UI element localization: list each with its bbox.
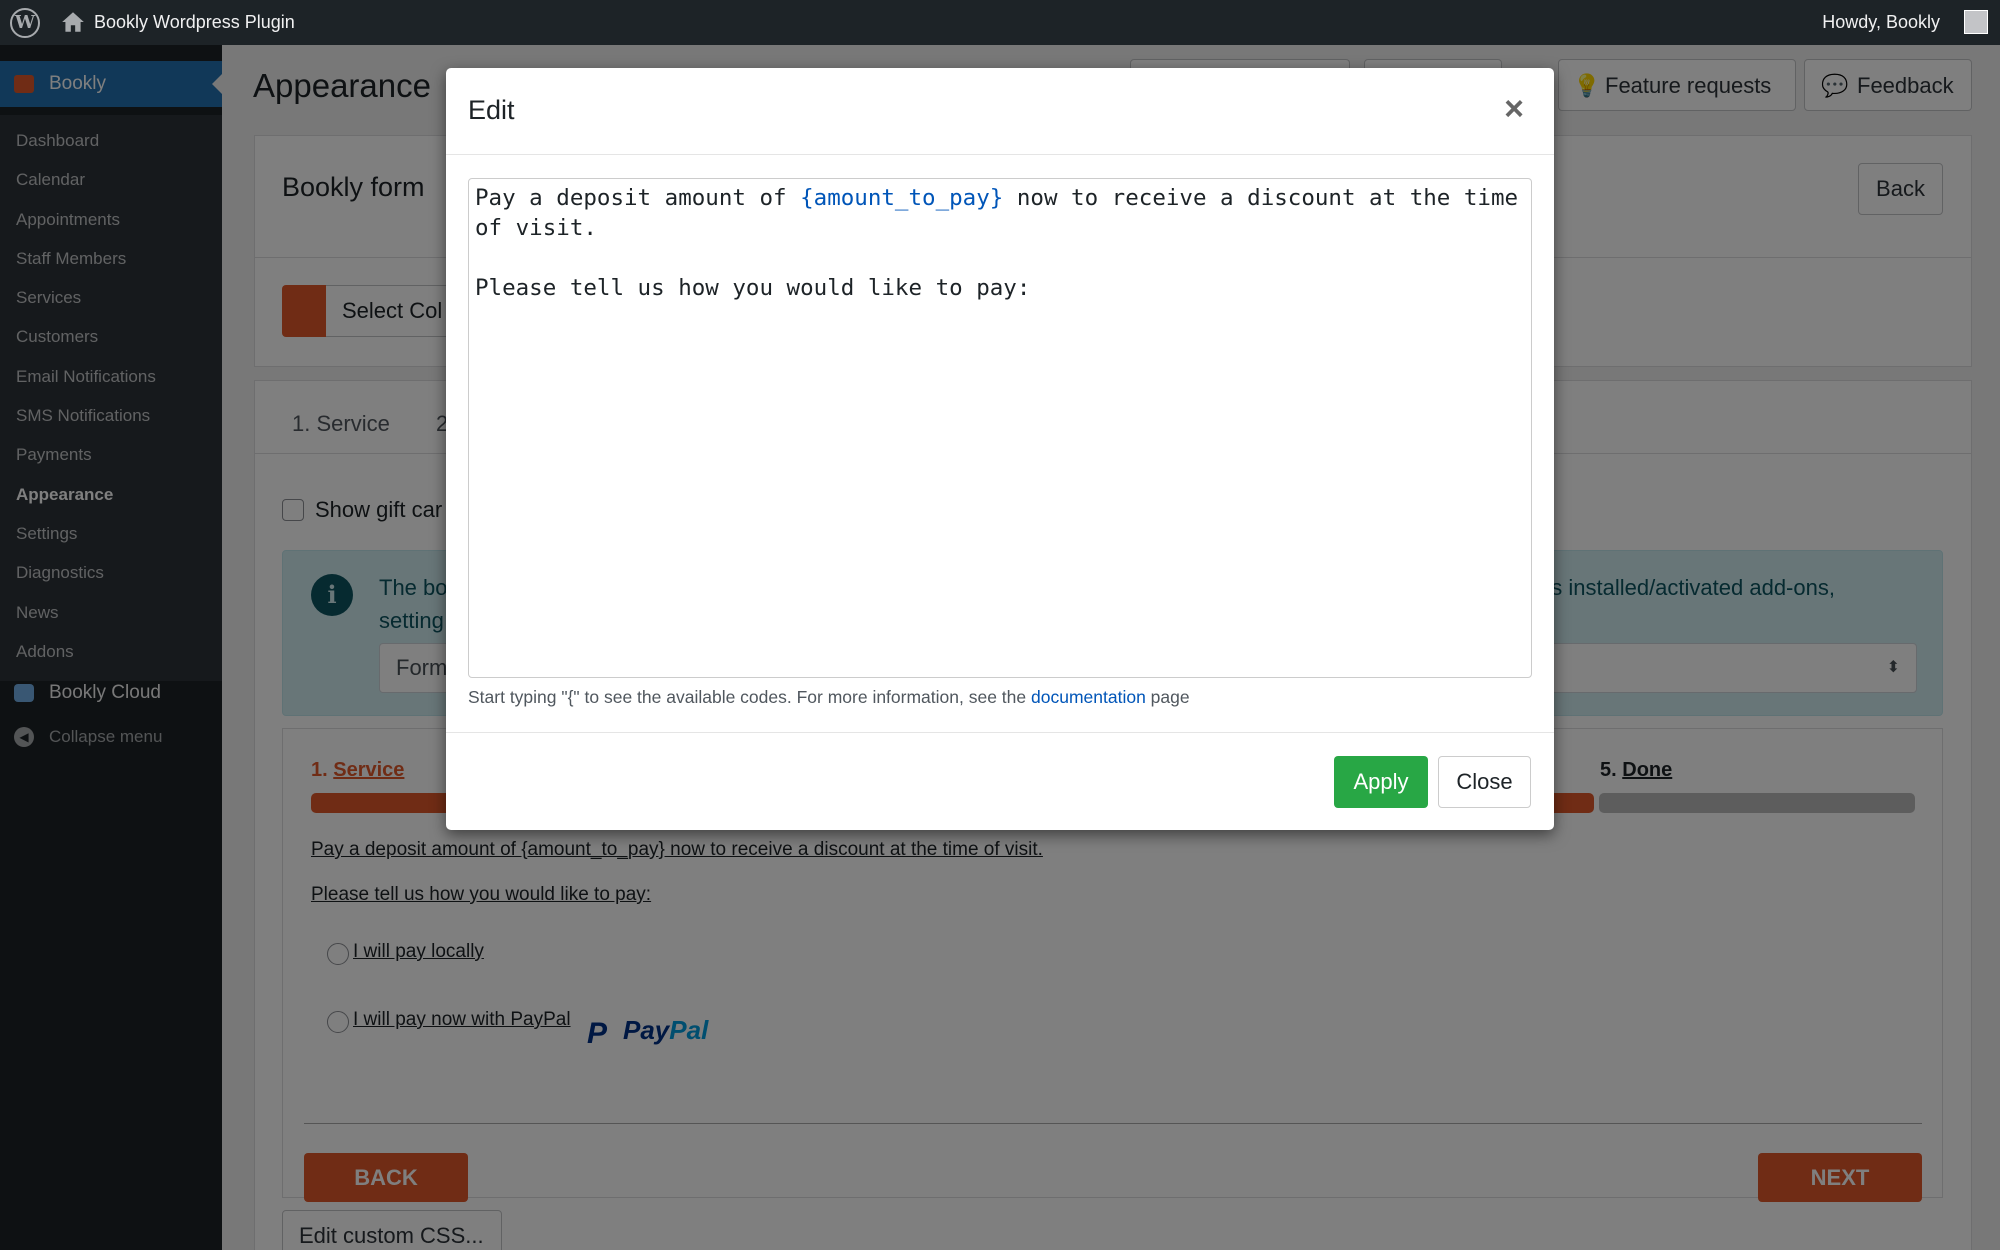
documentation-link[interactable]: documentation	[1031, 687, 1146, 707]
hint-text-post: page	[1145, 687, 1190, 707]
modal-footer-divider	[446, 732, 1554, 733]
modal-title: Edit	[468, 95, 515, 125]
editor-code-token: {amount_to_pay}	[800, 185, 1004, 211]
site-name-link[interactable]: Bookly Wordpress Plugin	[94, 12, 295, 33]
wordpress-logo-icon[interactable]: W	[10, 8, 40, 38]
avatar[interactable]	[1964, 10, 1988, 34]
howdy-user-link[interactable]: Howdy, Bookly	[1822, 12, 1940, 33]
editor-text-pre: Pay a deposit amount of	[475, 185, 801, 211]
hint-text-pre: Start typing "{" to see the available co…	[468, 687, 1031, 707]
close-button[interactable]: Close	[1438, 756, 1531, 808]
home-icon[interactable]	[60, 9, 86, 35]
editor-hint: Start typing "{" to see the available co…	[468, 687, 1190, 708]
modal-header-divider	[446, 154, 1554, 155]
edit-modal: Edit × Pay a deposit amount of {amount_t…	[446, 68, 1554, 830]
apply-button[interactable]: Apply	[1334, 756, 1428, 808]
admin-bar: W Bookly Wordpress Plugin Howdy, Bookly	[0, 0, 2000, 45]
close-icon[interactable]: ×	[1504, 90, 1524, 129]
text-editor[interactable]: Pay a deposit amount of {amount_to_pay} …	[468, 178, 1532, 678]
